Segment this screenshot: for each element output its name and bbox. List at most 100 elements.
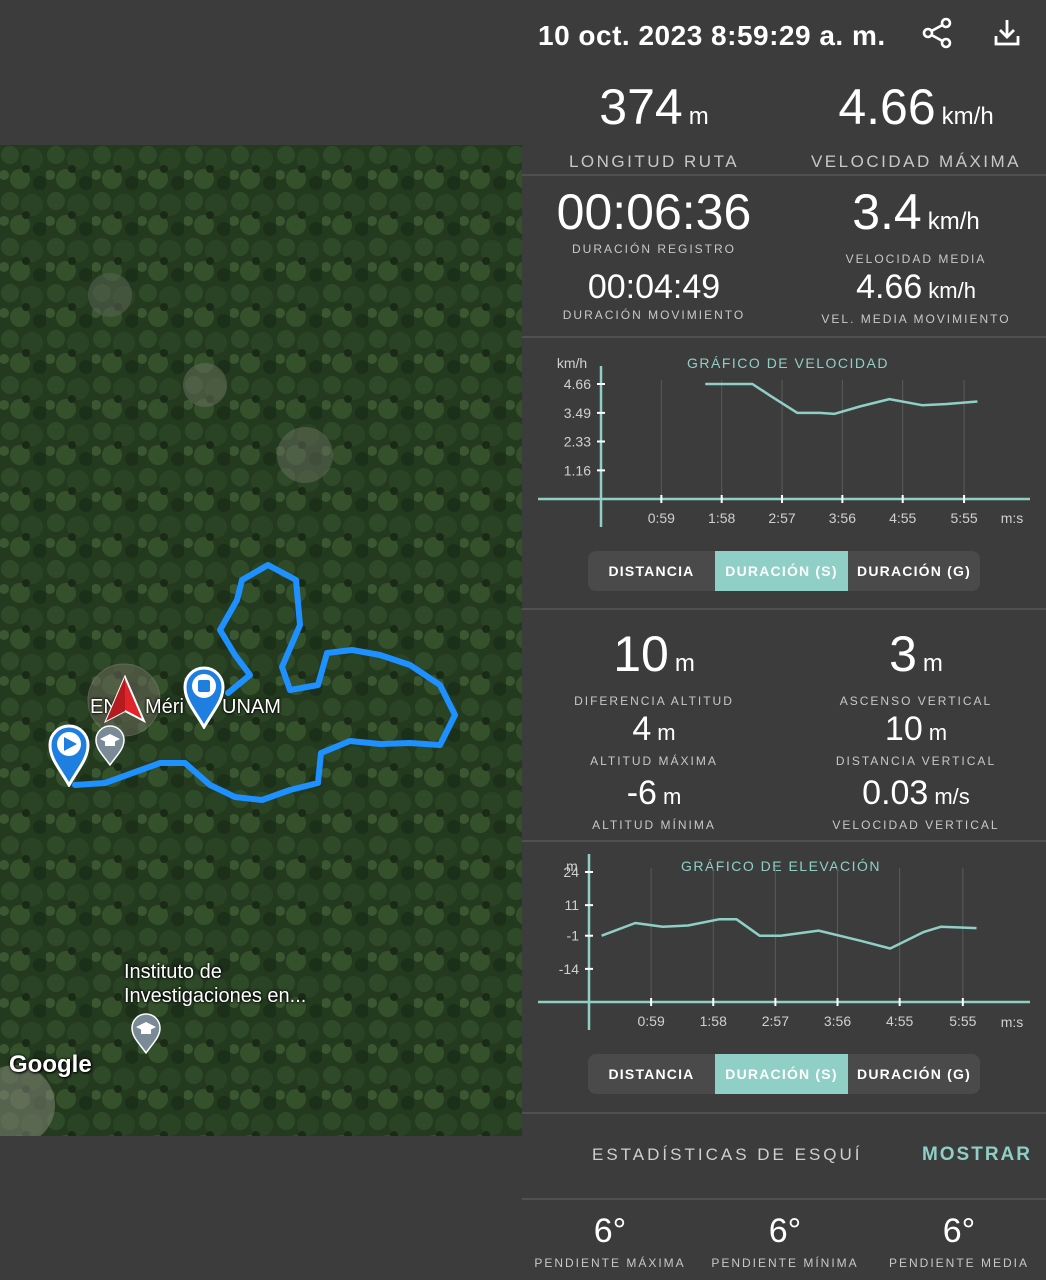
- poi-label-instituto-line1[interactable]: Instituto de: [124, 960, 222, 984]
- divider: [522, 840, 1046, 842]
- min-altitude-label: ALTITUD MÍNIMA: [592, 818, 716, 832]
- elevation-chart-x-tick-label: 5:55: [949, 1013, 976, 1029]
- vertical-distance-unit: m: [928, 720, 948, 745]
- route-length-label: LONGITUD RUTA: [568, 152, 740, 171]
- elevation-chart-x-unit: m:s: [1001, 1014, 1024, 1030]
- max-speed-value: 4.66: [838, 79, 936, 135]
- altitude-diff-stat: 10 m DIFERENCIA ALTITUD: [522, 628, 786, 708]
- speed-chart-y-unit: km/h: [557, 355, 587, 371]
- moving-duration-label: DURACIÓN MOVIMIENTO: [562, 308, 746, 322]
- max-altitude-label: ALTITUD MÁXIMA: [590, 754, 718, 768]
- altitude-diff-label: DIFERENCIA ALTITUD: [574, 694, 734, 708]
- speed-chart-y-tick-label: 1.16: [564, 462, 591, 478]
- vertical-ascent-label: ASCENSO VERTICAL: [839, 694, 993, 708]
- divider: [522, 1112, 1046, 1114]
- poi-label-merida[interactable]: Méri: [145, 695, 184, 719]
- google-logo: Google: [9, 1051, 92, 1078]
- moving-avg-speed-stat: 4.66 km/h VEL. MEDIA MOVIMIENTO: [786, 268, 1046, 326]
- download-icon[interactable]: [990, 16, 1024, 50]
- elevation-chart-series-line: [601, 917, 977, 950]
- avg-speed-label: VELOCIDAD MEDIA: [845, 252, 987, 266]
- altitude-diff-value: 10: [613, 626, 669, 682]
- speed-chart-mode-selector[interactable]: DISTANCIA DURACIÓN (S) DURACIÓN (G): [588, 551, 980, 591]
- min-slope-label: PENDIENTE MÍNIMA: [711, 1256, 859, 1270]
- recording-datetime: 10 oct. 2023 8:59:29 a. m.: [538, 20, 886, 51]
- max-slope-stat: 6° PENDIENTE MÁXIMA: [522, 1212, 698, 1270]
- divider: [522, 336, 1046, 338]
- vertical-distance-stat: 10 m DISTANCIA VERTICAL: [786, 710, 1046, 768]
- poi-label-instituto-line2[interactable]: Investigaciones en...: [124, 984, 306, 1008]
- speed-tab-duration-s[interactable]: DURACIÓN (S): [715, 551, 848, 591]
- vertical-speed-unit: m/s: [934, 784, 970, 809]
- current-location-arrow-icon: [104, 675, 146, 724]
- max-speed-label: VELOCIDAD MÁXIMA: [810, 152, 1022, 171]
- min-slope-value: 6°: [768, 1212, 802, 1250]
- start-point-marker-icon[interactable]: [48, 723, 90, 787]
- elevation-chart-x-tick-label: 4:55: [886, 1013, 913, 1029]
- speed-chart-x-tick-label: 0:59: [648, 510, 675, 526]
- elevation-tab-duration-g[interactable]: DURACIÓN (G): [848, 1054, 980, 1094]
- speed-tab-distance[interactable]: DISTANCIA: [588, 551, 715, 591]
- speed-chart-svg: GRÁFICO DE VELOCIDAD km/h m:s 0:59 1:58 2:…: [538, 355, 1030, 527]
- elevation-chart-y-tick-label: -14: [559, 961, 579, 977]
- elevation-chart-y-tick-label: 11: [564, 897, 579, 913]
- avg-slope-label: PENDIENTE MEDIA: [888, 1256, 1029, 1270]
- elevation-tab-distance[interactable]: DISTANCIA: [588, 1054, 715, 1094]
- speed-chart-x-tick-label: 4:55: [889, 510, 916, 526]
- route-length-unit: m: [688, 103, 709, 130]
- elevation-chart-x-tick-label: 3:56: [824, 1013, 851, 1029]
- max-slope-value: 6°: [593, 1212, 627, 1250]
- speed-chart[interactable]: GRÁFICO DE VELOCIDAD km/h m:s 0:59 1:58 2:…: [522, 348, 1046, 528]
- min-altitude-stat: -6 m ALTITUD MÍNIMA: [522, 774, 786, 832]
- moving-duration-value: 00:04:49: [587, 268, 721, 306]
- avg-speed-stat: 3.4 km/h VELOCIDAD MEDIA: [786, 186, 1046, 266]
- school-pin-icon[interactable]: [94, 725, 126, 767]
- speed-chart-series-line: [705, 382, 978, 416]
- share-icon[interactable]: [920, 16, 954, 50]
- vertical-distance-label: DISTANCIA VERTICAL: [835, 754, 997, 768]
- avg-slope-value: 6°: [942, 1212, 976, 1250]
- record-duration-label: DURACIÓN REGISTRO: [571, 242, 736, 256]
- elevation-chart-x-tick-label: 2:57: [762, 1013, 789, 1029]
- vertical-speed-value: 0.03: [862, 774, 929, 812]
- avg-slope-stat: 6° PENDIENTE MEDIA: [872, 1212, 1046, 1270]
- divider: [522, 174, 1046, 176]
- speed-tab-duration-g[interactable]: DURACIÓN (G): [848, 551, 980, 591]
- speed-chart-x-tick-label: 1:58: [708, 510, 735, 526]
- elevation-chart-x-tick-label: 1:58: [700, 1013, 727, 1029]
- altitude-diff-unit: m: [674, 650, 695, 677]
- elevation-chart-title: GRÁFICO DE ELEVACIÓN: [681, 858, 881, 874]
- speed-chart-y-tick-label: 4.66: [564, 376, 591, 392]
- speed-chart-y-tick-label: 3.49: [564, 405, 591, 421]
- vertical-ascent-stat: 3m ASCENSO VERTICAL: [786, 628, 1046, 708]
- route-length-value: 374: [599, 79, 683, 135]
- min-altitude-value: -6: [626, 774, 657, 812]
- speed-chart-title: GRÁFICO DE VELOCIDAD: [687, 355, 889, 371]
- elevation-chart-mode-selector[interactable]: DISTANCIA DURACIÓN (S) DURACIÓN (G): [588, 1054, 980, 1094]
- avg-speed-unit: km/h: [927, 208, 980, 235]
- vertical-ascent-unit: m: [922, 650, 943, 677]
- divider: [522, 608, 1046, 610]
- elevation-tab-duration-s[interactable]: DURACIÓN (S): [715, 1054, 848, 1094]
- elevation-chart-svg: GRÁFICO DE ELEVACIÓN m m:s 0:59 1:58 2:57 3…: [538, 854, 1030, 1030]
- min-slope-stat: 6° PENDIENTE MÍNIMA: [698, 1212, 872, 1270]
- divider: [522, 1198, 1046, 1200]
- route-length-stat: 374 m LONGITUD RUTA: [522, 80, 786, 172]
- elevation-chart-y-tick-label: -1: [567, 928, 580, 944]
- record-duration-stat: 00:06:36 DURACIÓN REGISTRO: [522, 186, 786, 256]
- speed-chart-x-unit: m:s: [1001, 510, 1024, 526]
- max-slope-label: PENDIENTE MÁXIMA: [534, 1256, 686, 1270]
- moving-avg-speed-unit: km/h: [928, 278, 976, 303]
- max-altitude-value: 4: [632, 710, 652, 748]
- school-pin-icon-2[interactable]: [130, 1013, 162, 1055]
- satellite-map[interactable]: EN Méri UNAM Instituto de Investigacione…: [0, 145, 522, 1136]
- poi-label-unam[interactable]: UNAM: [222, 695, 281, 719]
- max-speed-unit: km/h: [941, 103, 994, 130]
- speed-chart-x-tick-label: 5:55: [950, 510, 977, 526]
- moving-avg-speed-label: VEL. MEDIA MOVIMIENTO: [821, 312, 1011, 326]
- max-altitude-unit: m: [657, 720, 676, 745]
- end-point-marker-icon[interactable]: [183, 665, 225, 729]
- vertical-speed-stat: 0.03 m/s VELOCIDAD VERTICAL: [786, 774, 1046, 832]
- elevation-chart[interactable]: GRÁFICO DE ELEVACIÓN m m:s 0:59 1:58 2:57 3…: [522, 852, 1046, 1032]
- show-ski-stats-button[interactable]: MOSTRAR: [922, 1144, 1032, 1166]
